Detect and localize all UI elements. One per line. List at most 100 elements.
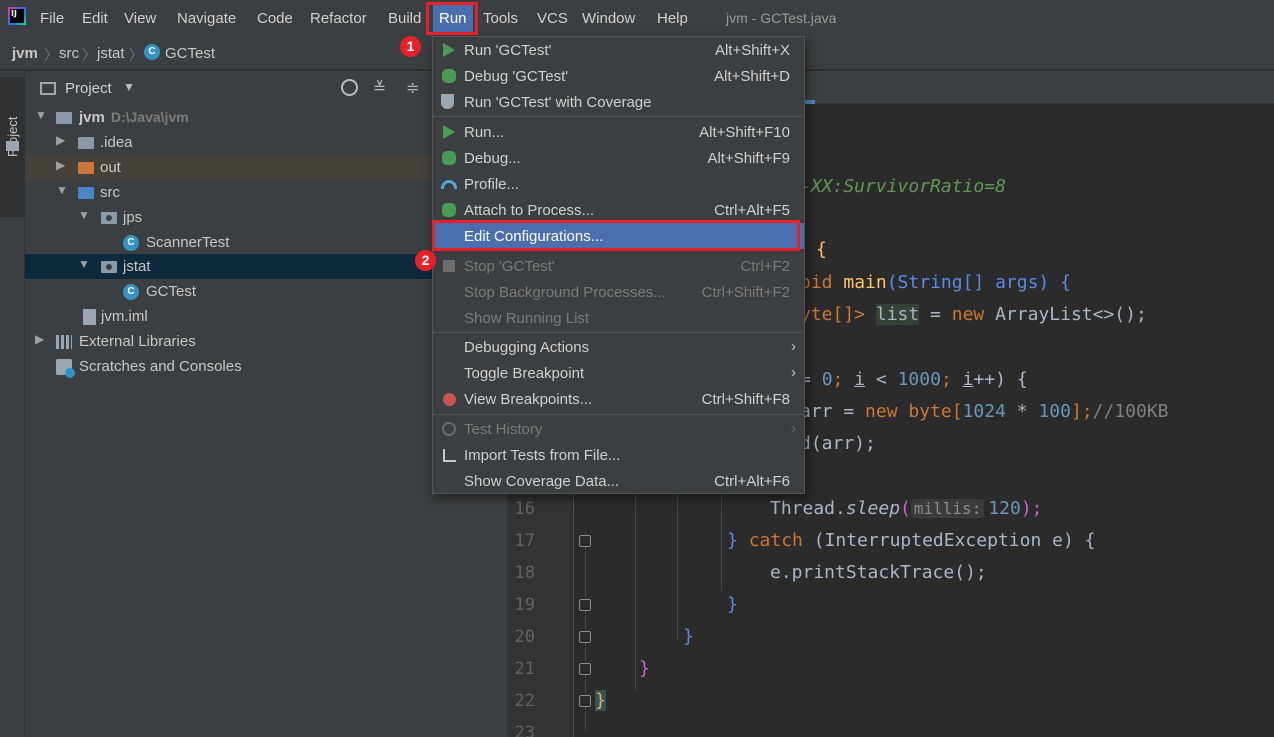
line-number: 20 <box>514 627 535 647</box>
menu-help[interactable]: Help <box>657 10 688 27</box>
project-tool-tab[interactable]: Project <box>0 77 25 217</box>
code-token: 100 <box>1038 401 1071 422</box>
collapse-all-icon[interactable]: ≑ <box>406 78 419 98</box>
chevron-right-icon[interactable]: ▶ <box>56 158 65 172</box>
menu-item-label: Debugging Actions <box>464 339 590 356</box>
menu-item-profile[interactable]: Profile... <box>433 171 804 197</box>
code-token: 1024 <box>962 401 1006 422</box>
tree-label: External Libraries <box>79 333 196 350</box>
menu-vcs[interactable]: VCS <box>537 10 568 27</box>
menu-item-debug-gctest[interactable]: Debug 'GCTest' Alt+Shift+D <box>433 63 804 89</box>
code-token: sleep <box>845 498 901 519</box>
tree-label: Scratches and Consoles <box>79 358 242 375</box>
menu-item-run-with-coverage[interactable]: Run 'GCTest' with Coverage <box>433 89 804 115</box>
chevron-right-icon[interactable]: ▶ <box>35 332 44 346</box>
breadcrumb-jstat[interactable]: jstat <box>97 45 125 62</box>
expand-all-icon[interactable]: ≚ <box>373 78 386 98</box>
menu-item-stop-gctest[interactable]: Stop 'GCTest' Ctrl+F2 <box>433 253 804 279</box>
menu-tools[interactable]: Tools <box>483 10 518 27</box>
code-token: main <box>843 272 887 293</box>
menu-separator <box>433 414 804 415</box>
menu-view[interactable]: View <box>124 10 156 27</box>
code-token: 120 <box>988 498 1021 519</box>
fold-marker-icon[interactable] <box>579 663 591 675</box>
menu-refactor[interactable]: Refactor <box>310 10 367 27</box>
tree-path: D:\Java\jvm <box>110 109 189 125</box>
code-token: catch <box>748 530 803 551</box>
menu-item-debug[interactable]: Debug... Alt+Shift+F9 <box>433 145 804 171</box>
menu-item-show-running-list[interactable]: Show Running List <box>433 305 804 331</box>
excluded-folder-icon <box>78 162 94 174</box>
menu-navigate[interactable]: Navigate <box>177 10 236 27</box>
tree-label: out <box>100 159 121 176</box>
menu-item-show-coverage-data[interactable]: Show Coverage Data... Ctrl+Alt+F6 <box>433 468 804 494</box>
locate-icon[interactable] <box>341 79 358 96</box>
chevron-down-icon[interactable]: ▼ <box>78 208 90 222</box>
code-token: ( <box>900 498 911 519</box>
class-icon: C <box>123 235 139 251</box>
code-token: (InterruptedException e) { <box>802 530 1096 551</box>
fold-marker-icon[interactable] <box>579 631 591 643</box>
menu-item-label: View Breakpoints... <box>464 391 593 408</box>
menu-item-shortcut: Alt+Shift+F10 <box>699 124 790 141</box>
breadcrumb-src[interactable]: src <box>59 45 79 62</box>
code-token: * <box>1005 401 1039 422</box>
fold-marker-icon[interactable] <box>579 695 591 707</box>
chevron-down-icon[interactable]: ▼ <box>56 183 68 197</box>
chevron-right-icon: 〉 <box>82 47 96 63</box>
chevron-down-icon[interactable]: ▼ <box>35 108 47 122</box>
menu-item-run[interactable]: Run... Alt+Shift+F10 <box>433 119 804 145</box>
class-icon: C <box>144 44 160 60</box>
menu-item-stop-background[interactable]: Stop Background Processes... Ctrl+Shift+… <box>433 279 804 305</box>
line-number: 16 <box>514 499 535 519</box>
menu-code[interactable]: Code <box>257 10 293 27</box>
class-icon: C <box>123 284 139 300</box>
tree-label: GCTest <box>146 283 197 300</box>
line-number: 17 <box>514 531 535 551</box>
code-main-signature: oid main(String[] args) { <box>800 272 1071 293</box>
code-token: new <box>865 401 898 422</box>
code-list-add: d(arr); <box>800 433 876 454</box>
import-icon <box>441 447 457 463</box>
menu-edit[interactable]: Edit <box>82 10 108 27</box>
menu-item-shortcut: Ctrl+Shift+F8 <box>701 391 790 408</box>
menu-window[interactable]: Window <box>582 10 635 27</box>
code-token: 0 <box>821 369 833 390</box>
menu-build[interactable]: Build <box>388 10 421 27</box>
code-token: new <box>951 304 985 325</box>
code-token: yte[]> <box>800 304 876 325</box>
fold-marker-icon[interactable] <box>579 599 591 611</box>
menu-item-run-gctest[interactable]: Run 'GCTest' Alt+Shift+X <box>433 37 804 63</box>
breadcrumb-gctest[interactable]: GCTest <box>165 45 215 62</box>
menu-item-shortcut: Ctrl+Alt+F5 <box>714 202 790 219</box>
coverage-icon <box>441 94 457 110</box>
code-token: (String[] args) { <box>886 272 1071 293</box>
tree-label: jvm.iml <box>101 308 148 325</box>
chevron-right-icon[interactable]: ▶ <box>56 133 65 147</box>
parameter-hint: millis: <box>910 499 985 518</box>
menu-item-label: Show Coverage Data... <box>464 473 620 490</box>
menu-item-debugging-actions[interactable]: Debugging Actions › <box>433 334 804 360</box>
chevron-down-icon[interactable]: ▼ <box>78 257 90 271</box>
chevron-down-icon[interactable]: ▼ <box>123 80 135 94</box>
submenu-arrow-icon: › <box>791 364 796 381</box>
annotation-box-run-menu <box>426 2 478 35</box>
fold-marker-icon[interactable] <box>579 535 591 547</box>
project-panel-title[interactable]: Project <box>65 80 112 97</box>
menu-item-label: Run 'GCTest' with Coverage <box>464 94 652 111</box>
menu-item-import-tests[interactable]: Import Tests from File... <box>433 442 804 468</box>
tree-label: jps <box>123 209 143 226</box>
menu-item-test-history[interactable]: Test History › <box>433 416 804 442</box>
attach-icon <box>441 202 457 218</box>
tree-label: jstat <box>123 258 151 275</box>
run-icon <box>441 124 457 140</box>
menu-item-toggle-breakpoint[interactable]: Toggle Breakpoint › <box>433 360 804 386</box>
code-token: = <box>919 304 952 325</box>
menu-file[interactable]: File <box>40 10 64 27</box>
code-token: list <box>875 304 920 325</box>
menu-item-label: Debug... <box>464 150 521 167</box>
breadcrumb-jvm[interactable]: jvm <box>12 45 38 62</box>
menu-item-view-breakpoints[interactable]: View Breakpoints... Ctrl+Shift+F8 <box>433 386 804 412</box>
code-catch: } catch (InterruptedException e) { <box>727 530 1095 551</box>
line-number: 22 <box>514 691 535 711</box>
